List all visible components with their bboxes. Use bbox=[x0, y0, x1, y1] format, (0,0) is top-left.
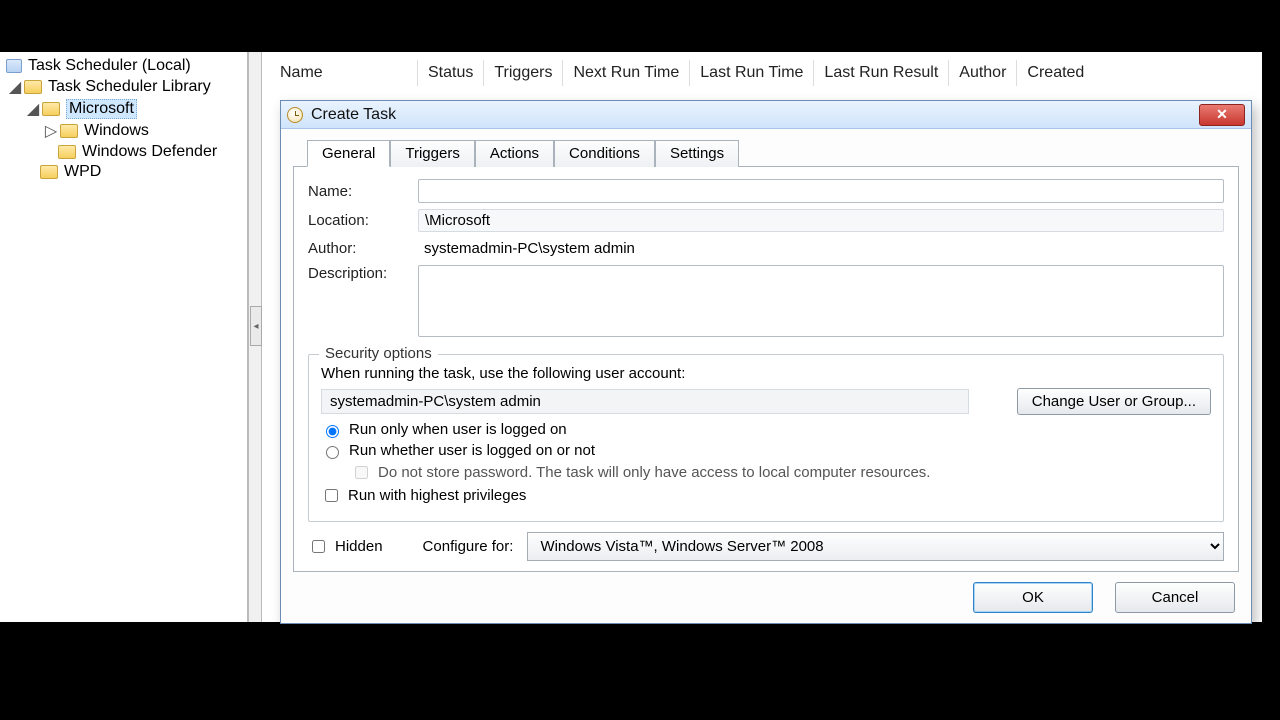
tree-root-label: Task Scheduler (Local) bbox=[28, 57, 191, 75]
tab-settings[interactable]: Settings bbox=[655, 140, 739, 167]
description-label: Description: bbox=[308, 265, 418, 282]
tree-root[interactable]: Task Scheduler (Local) bbox=[4, 56, 247, 76]
col-triggers[interactable]: Triggers bbox=[484, 60, 563, 86]
close-icon: ✕ bbox=[1216, 106, 1228, 123]
ok-button[interactable]: OK bbox=[973, 582, 1093, 613]
col-author[interactable]: Author bbox=[949, 60, 1017, 86]
tree-pane: Task Scheduler (Local) ◢ Task Scheduler … bbox=[0, 52, 248, 622]
dialog-title: Create Task bbox=[311, 106, 396, 124]
folder-icon bbox=[42, 102, 60, 116]
check-hidden[interactable]: Hidden bbox=[308, 537, 383, 556]
configure-for-label: Configure for: bbox=[423, 538, 514, 555]
close-button[interactable]: ✕ bbox=[1199, 104, 1245, 126]
check-no-store-password-label: Do not store password. The task will onl… bbox=[378, 464, 930, 481]
security-legend: Security options bbox=[319, 345, 438, 362]
col-name[interactable]: Name bbox=[270, 60, 418, 86]
dialog-buttons: OK Cancel bbox=[293, 582, 1239, 613]
security-prompt: When running the task, use the following… bbox=[321, 365, 1211, 382]
change-user-button[interactable]: Change User or Group... bbox=[1017, 388, 1211, 415]
tab-page-general: Name: Location: \Microsoft Author: syste… bbox=[293, 166, 1239, 572]
tab-general[interactable]: General bbox=[307, 140, 390, 167]
radio-whether[interactable]: Run whether user is logged on or not bbox=[321, 442, 1211, 459]
col-last-result[interactable]: Last Run Result bbox=[814, 60, 949, 86]
main-pane: Name Status Triggers Next Run Time Last … bbox=[262, 52, 1262, 622]
collapse-splitter-button[interactable]: ◂ bbox=[250, 306, 262, 346]
tree-library[interactable]: ◢ Task Scheduler Library bbox=[4, 76, 247, 98]
author-label: Author: bbox=[308, 240, 418, 257]
tab-conditions[interactable]: Conditions bbox=[554, 140, 655, 167]
name-label: Name: bbox=[308, 183, 418, 200]
col-next-run[interactable]: Next Run Time bbox=[563, 60, 690, 86]
security-options-group: Security options When running the task, … bbox=[308, 354, 1224, 522]
tabstrip: General Triggers Actions Conditions Sett… bbox=[307, 139, 1239, 166]
tree-windows-label: Windows bbox=[84, 122, 149, 140]
check-no-store-password[interactable]: Do not store password. The task will onl… bbox=[351, 463, 1211, 482]
collapse-icon[interactable]: ◢ bbox=[26, 99, 40, 119]
radio-logged-on-input[interactable] bbox=[326, 425, 339, 438]
collapse-icon[interactable]: ◢ bbox=[8, 77, 22, 97]
location-label: Location: bbox=[308, 212, 418, 229]
splitter[interactable]: ◂ bbox=[248, 52, 262, 622]
col-created[interactable]: Created bbox=[1017, 60, 1094, 86]
tree-library-label: Task Scheduler Library bbox=[48, 78, 211, 96]
name-input[interactable] bbox=[418, 179, 1224, 203]
check-hidden-input[interactable] bbox=[312, 540, 325, 553]
folder-icon bbox=[40, 165, 58, 179]
dialog-body: General Triggers Actions Conditions Sett… bbox=[281, 129, 1251, 621]
col-status[interactable]: Status bbox=[418, 60, 484, 86]
computer-icon bbox=[6, 59, 22, 73]
tree-windows[interactable]: ▷ Windows bbox=[4, 120, 247, 142]
tree-wpd-label: WPD bbox=[64, 163, 101, 181]
tab-triggers[interactable]: Triggers bbox=[390, 140, 474, 167]
tree-microsoft[interactable]: ◢ Microsoft bbox=[4, 98, 247, 120]
create-task-dialog: Create Task ✕ General Triggers Actions C… bbox=[280, 100, 1252, 624]
expand-icon[interactable]: ▷ bbox=[44, 121, 58, 141]
radio-logged-on-label: Run only when user is logged on bbox=[349, 421, 567, 438]
folder-icon bbox=[58, 145, 76, 159]
tree-microsoft-label: Microsoft bbox=[66, 99, 137, 119]
check-highest-privileges-label: Run with highest privileges bbox=[348, 487, 526, 504]
radio-whether-label: Run whether user is logged on or not bbox=[349, 442, 595, 459]
task-scheduler-window: Task Scheduler (Local) ◢ Task Scheduler … bbox=[0, 52, 1262, 622]
tab-actions[interactable]: Actions bbox=[475, 140, 554, 167]
author-value: systemadmin-PC\system admin bbox=[418, 238, 1224, 259]
description-input[interactable] bbox=[418, 265, 1224, 337]
security-account: systemadmin-PC\system admin bbox=[321, 389, 969, 414]
tree-defender[interactable]: Windows Defender bbox=[4, 142, 247, 162]
column-headers: Name Status Triggers Next Run Time Last … bbox=[262, 52, 1262, 90]
folder-icon bbox=[60, 124, 78, 138]
check-highest-privileges-input[interactable] bbox=[325, 489, 338, 502]
check-no-store-password-input bbox=[355, 466, 368, 479]
dialog-titlebar[interactable]: Create Task ✕ bbox=[281, 101, 1251, 129]
radio-logged-on[interactable]: Run only when user is logged on bbox=[321, 421, 1211, 438]
configure-for-select[interactable]: Windows Vista™, Windows Server™ 2008 bbox=[527, 532, 1224, 561]
check-hidden-label: Hidden bbox=[335, 538, 383, 555]
tree-defender-label: Windows Defender bbox=[82, 143, 217, 161]
radio-whether-input[interactable] bbox=[326, 446, 339, 459]
location-value: \Microsoft bbox=[418, 209, 1224, 232]
col-last-run[interactable]: Last Run Time bbox=[690, 60, 814, 86]
check-highest-privileges[interactable]: Run with highest privileges bbox=[321, 486, 1211, 505]
folder-icon bbox=[24, 80, 42, 94]
tree-wpd[interactable]: WPD bbox=[4, 162, 247, 182]
clock-icon bbox=[287, 107, 303, 123]
cancel-button[interactable]: Cancel bbox=[1115, 582, 1235, 613]
